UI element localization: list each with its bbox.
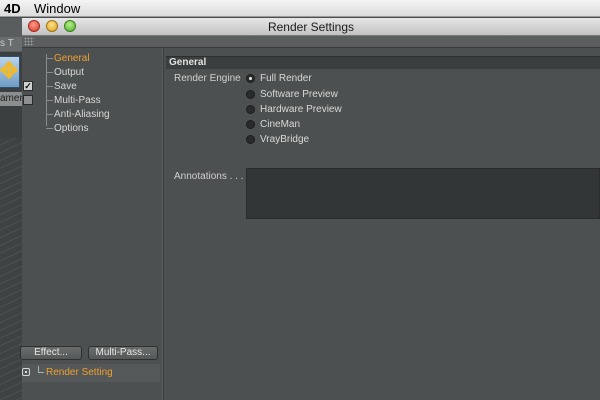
settings-nav-pane: General Output ✓ Save Multi-Pass Anti-Al… — [20, 48, 162, 400]
radio-label: VrayBridge — [260, 134, 310, 145]
nav-item-multi-pass[interactable]: Multi-Pass — [22, 94, 160, 107]
tree-branch — [46, 58, 53, 59]
move-tool-icon[interactable]: ✥ — [0, 56, 20, 88]
background-tab[interactable]: s T — [0, 37, 22, 51]
tree-branch — [38, 366, 44, 373]
multi-pass-button[interactable]: Multi-Pass... — [88, 346, 158, 360]
render-setting-label: Render Setting — [46, 367, 113, 378]
radio-label: CineMan — [260, 119, 301, 130]
annotations-label: Annotations . . . . — [174, 171, 250, 182]
menu-bar: 4D Window — [0, 0, 600, 17]
save-checkbox[interactable]: ✓ — [23, 81, 33, 91]
menu-app[interactable]: 4D — [4, 0, 21, 17]
tree-branch — [46, 114, 53, 115]
render-engine-label: Render Engine — [174, 73, 241, 84]
drag-grip-icon[interactable] — [24, 37, 34, 46]
panel-toolbar — [22, 36, 600, 48]
tree-branch — [46, 86, 53, 87]
radio-button[interactable] — [246, 90, 255, 99]
nav-item-output[interactable]: Output — [22, 66, 160, 79]
radio-button[interactable] — [246, 74, 255, 83]
radio-button[interactable] — [246, 120, 255, 129]
general-settings-pane: General Render Engine Full Render Softwa… — [164, 48, 600, 400]
nav-item-save[interactable]: ✓ Save — [22, 80, 160, 93]
title-bar[interactable]: Render Settings — [22, 18, 600, 36]
render-settings-window: Render Settings General Output ✓ Save Mu… — [20, 18, 600, 400]
radio-label: Hardware Preview — [260, 104, 342, 115]
nav-item-label: Options — [54, 123, 89, 134]
background-app: s T ✥ amer — [0, 18, 22, 400]
tree-branch — [46, 72, 53, 73]
nav-item-general[interactable]: General — [22, 52, 160, 65]
nav-item-label: Output — [54, 67, 85, 78]
multi-pass-checkbox[interactable] — [23, 95, 33, 105]
nav-item-label: Save — [54, 81, 77, 92]
radio-button[interactable] — [246, 105, 255, 114]
radio-label: Software Preview — [260, 89, 338, 100]
render-setting-icon — [22, 368, 30, 376]
annotations-field[interactable] — [246, 168, 600, 219]
radio-label: Full Render — [260, 73, 312, 84]
tree-branch — [46, 100, 53, 101]
menu-window[interactable]: Window — [34, 0, 80, 17]
window-title: Render Settings — [267, 20, 355, 34]
nav-item-options[interactable]: Options — [22, 122, 160, 135]
section-header: General — [166, 56, 600, 69]
nav-item-label: General — [54, 53, 90, 64]
nav-item-anti-aliasing[interactable]: Anti-Aliasing — [22, 108, 160, 121]
tree-branch — [46, 128, 53, 129]
background-label: amer — [0, 92, 22, 106]
nav-item-label: Multi-Pass — [54, 95, 101, 106]
radio-button[interactable] — [246, 135, 255, 144]
render-setting-list: Render Setting — [22, 364, 160, 382]
effect-button[interactable]: Effect... — [20, 346, 82, 360]
background-viewport[interactable] — [0, 138, 22, 400]
nav-item-label: Anti-Aliasing — [54, 109, 110, 120]
